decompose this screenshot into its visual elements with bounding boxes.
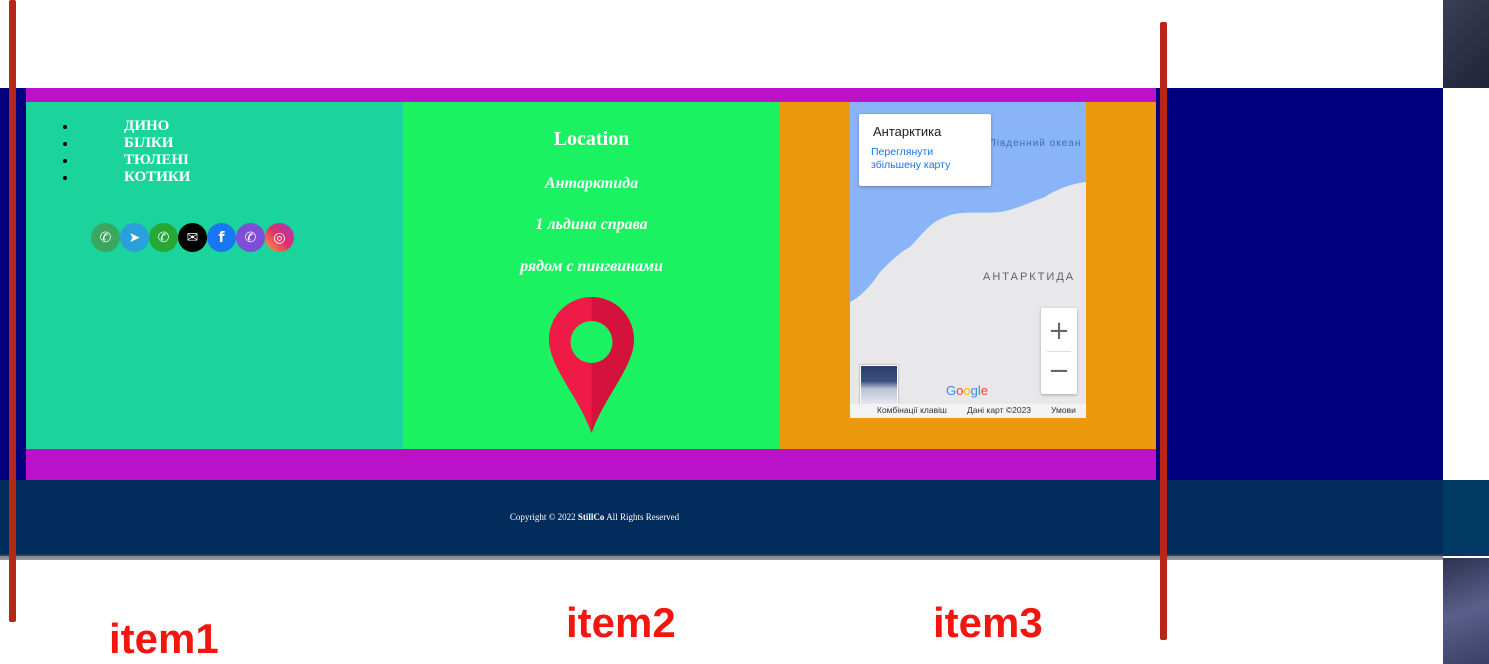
map-terms-link[interactable]: Умови — [1051, 405, 1076, 415]
background-right-bottom — [1443, 558, 1489, 664]
google-logo-text: Google — [946, 383, 988, 398]
whatsapp-green-icon[interactable]: ✆ — [149, 223, 178, 252]
copyright-brand: StillCo — [577, 512, 605, 522]
zoom-in-button[interactable]: + — [1041, 312, 1077, 350]
instagram-icon[interactable]: ◎ — [265, 223, 294, 252]
copyright-suffix: All Rights Reserved — [606, 512, 680, 522]
viber-icon[interactable]: ✆ — [236, 223, 265, 252]
map-ocean-label: Південний океан — [988, 138, 1082, 149]
keyboard-shortcuts-link[interactable]: Комбінації клавіш — [877, 405, 947, 415]
location-line-3: рядом с пингвинами — [520, 258, 663, 275]
location-pin-icon — [549, 297, 634, 433]
zoom-out-button[interactable]: − — [1041, 353, 1077, 391]
left-marker-bar — [9, 0, 16, 622]
whatsapp-icon[interactable]: ✆ — [91, 223, 120, 252]
nav-item-dino[interactable]: ДИНО — [62, 118, 190, 135]
nav-item-squirrels[interactable]: БІЛКИ — [62, 135, 190, 152]
footer-shadow — [0, 554, 1443, 560]
zoom-divider — [1047, 351, 1071, 352]
footer-right-edge — [1443, 480, 1489, 556]
nav-item-cats[interactable]: КОТИКИ — [62, 169, 190, 186]
map-card-title: Антарктика — [873, 124, 942, 139]
map-larger-map-link[interactable]: Переглянути збільшену карту — [871, 146, 981, 172]
map-data-text: Дані карт ©2023 — [967, 405, 1032, 415]
label-item1: item1 — [109, 615, 219, 662]
location-line-1: Антарктида — [544, 175, 639, 192]
right-marker-bar — [1160, 22, 1167, 640]
label-item3: item3 — [933, 599, 1043, 646]
copyright-text: Copyright © 2022 StillCo All Rights Rese… — [0, 512, 1189, 522]
facebook-icon[interactable]: f — [207, 223, 236, 252]
location-title: Location — [553, 128, 630, 150]
map-type-toggle[interactable] — [860, 365, 898, 405]
label-item2: item2 — [566, 599, 676, 646]
email-icon[interactable]: ✉ — [178, 223, 207, 252]
location-line-2: 1 льдина справа — [535, 216, 648, 233]
telegram-icon[interactable]: ➤ — [120, 223, 149, 252]
background-right-top — [1443, 0, 1489, 88]
map-region-label: АНТАРКТИДА — [983, 271, 1076, 283]
copyright-prefix: Copyright © 2022 — [509, 512, 576, 522]
google-logo: Google — [946, 383, 988, 398]
nav-item-seals[interactable]: ТЮЛЕНІ — [62, 152, 190, 169]
nav-list: ДИНО БІЛКИ ТЮЛЕНІ КОТИКИ — [62, 118, 190, 186]
social-icons: ✆ ➤ ✆ ✉ f ✆ ◎ — [91, 223, 294, 252]
